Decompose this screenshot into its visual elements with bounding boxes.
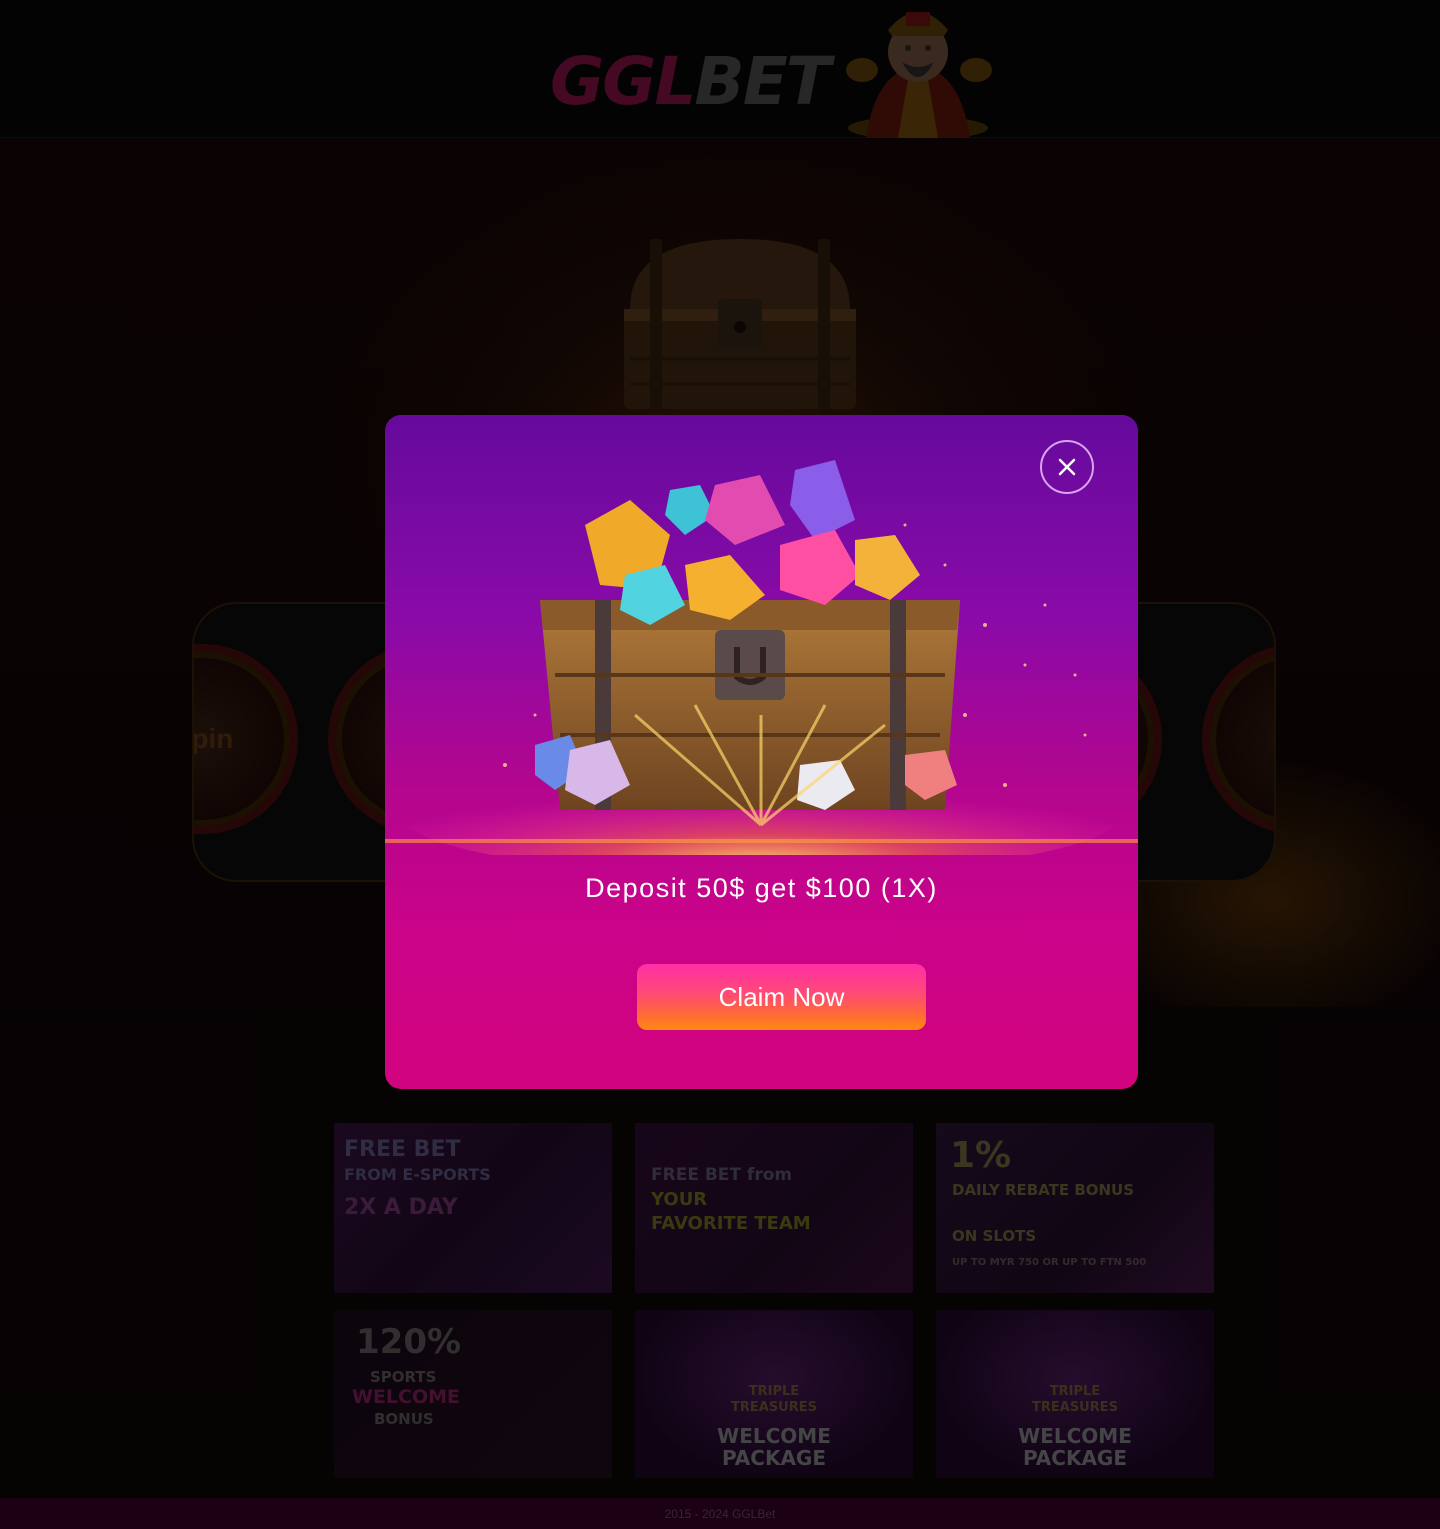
close-button[interactable] bbox=[1040, 440, 1094, 494]
deposit-bonus-modal: Deposit 50$ get $100 (1X) Claim Now bbox=[385, 415, 1138, 1089]
close-icon bbox=[1058, 458, 1076, 476]
gem-treasure-chest-image bbox=[385, 460, 1138, 855]
claim-now-button[interactable]: Claim Now bbox=[637, 964, 926, 1030]
bonus-offer-text: Deposit 50$ get $100 (1X) bbox=[585, 873, 938, 903]
